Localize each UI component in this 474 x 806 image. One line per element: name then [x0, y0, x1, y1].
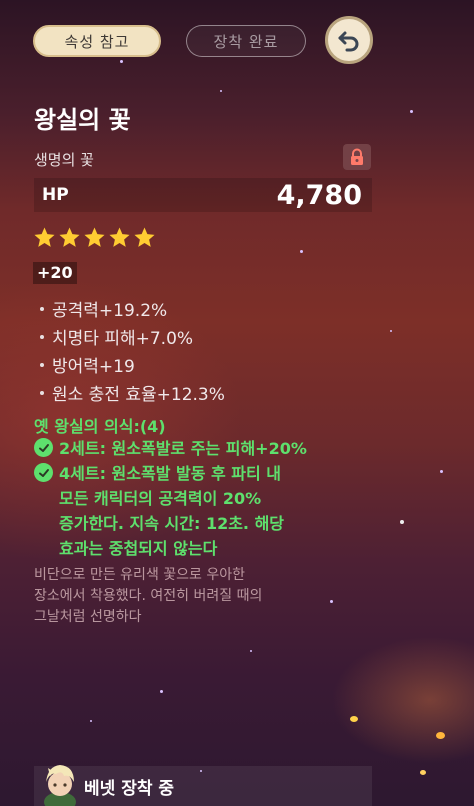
star-icon	[59, 227, 80, 247]
substat-text: 공격력+19.2%	[52, 301, 168, 321]
artifact-name: 왕실의 꽃	[34, 106, 131, 134]
artifact-slot-type: 생명의 꽃	[34, 151, 94, 169]
set-name: 옛 왕실의 의식:(4)	[34, 417, 166, 436]
equipped-by-text: 베넷 장착 중	[84, 779, 175, 799]
lore-line: 그날처럼 선명하다	[34, 609, 142, 625]
lock-button[interactable]	[343, 144, 371, 170]
lore-line: 비단으로 만든 유리색 꽃으로 우아한	[34, 567, 245, 583]
substat-text: 원소 충전 효율+12.3%	[52, 385, 225, 405]
check-circle-icon	[34, 463, 53, 482]
substat-item: 방어력+19	[40, 352, 135, 377]
set-bonus-text-line: 증가한다. 지속 시간: 12초. 해당	[59, 514, 285, 533]
star-icon	[84, 227, 105, 247]
substat-item: 원소 충전 효율+12.3%	[40, 380, 225, 405]
check-circle-icon	[34, 438, 53, 457]
set-bonus-text-line: 4세트: 원소폭발 발동 후 파티 내	[59, 464, 282, 483]
substat-text: 치명타 피해+7.0%	[52, 329, 194, 349]
character-avatar	[38, 758, 82, 806]
set-bonus-4pc: 4세트: 원소폭발 발동 후 파티 내 모든 캐릭터의 공격력이 20% 증가한…	[34, 461, 284, 561]
set-bonus-text-line: 효과는 중첩되지 않는다	[59, 539, 218, 558]
star-icon	[109, 227, 130, 247]
set-bonus-text: 2세트: 원소폭발로 주는 피해+20%	[59, 439, 307, 458]
substat-text: 방어력+19	[52, 357, 135, 377]
substat-item: 공격력+19.2%	[40, 296, 167, 321]
main-stat-value: 4,780	[276, 179, 362, 211]
star-icon	[134, 227, 155, 247]
equip-done-label: 장착 완료	[213, 32, 279, 51]
substat-item: 치명타 피해+7.0%	[40, 324, 193, 349]
back-arrow-icon	[338, 31, 359, 52]
main-stat-row: HP 4,780	[34, 178, 372, 212]
lore-line: 장소에서 착용했다. 여전히 버려질 때의	[34, 588, 263, 604]
star-icon	[34, 227, 55, 247]
rarity-stars	[33, 226, 156, 249]
set-bonus-text-line: 모든 캐릭터의 공격력이 20%	[59, 489, 262, 508]
attribute-reference-label: 속성 참고	[64, 32, 130, 51]
attribute-reference-button[interactable]: 속성 참고	[33, 25, 161, 57]
set-bonus-2pc: 2세트: 원소폭발로 주는 피해+20%	[34, 436, 307, 461]
back-button[interactable]	[325, 16, 373, 64]
lock-icon	[351, 148, 363, 165]
main-stat-name: HP	[42, 185, 69, 205]
artifact-lore: 비단으로 만든 유리색 꽃으로 우아한 장소에서 착용했다. 여전히 버려질 때…	[34, 565, 354, 628]
equip-done-button[interactable]: 장착 완료	[186, 25, 306, 57]
artifact-level: +20	[33, 262, 77, 284]
